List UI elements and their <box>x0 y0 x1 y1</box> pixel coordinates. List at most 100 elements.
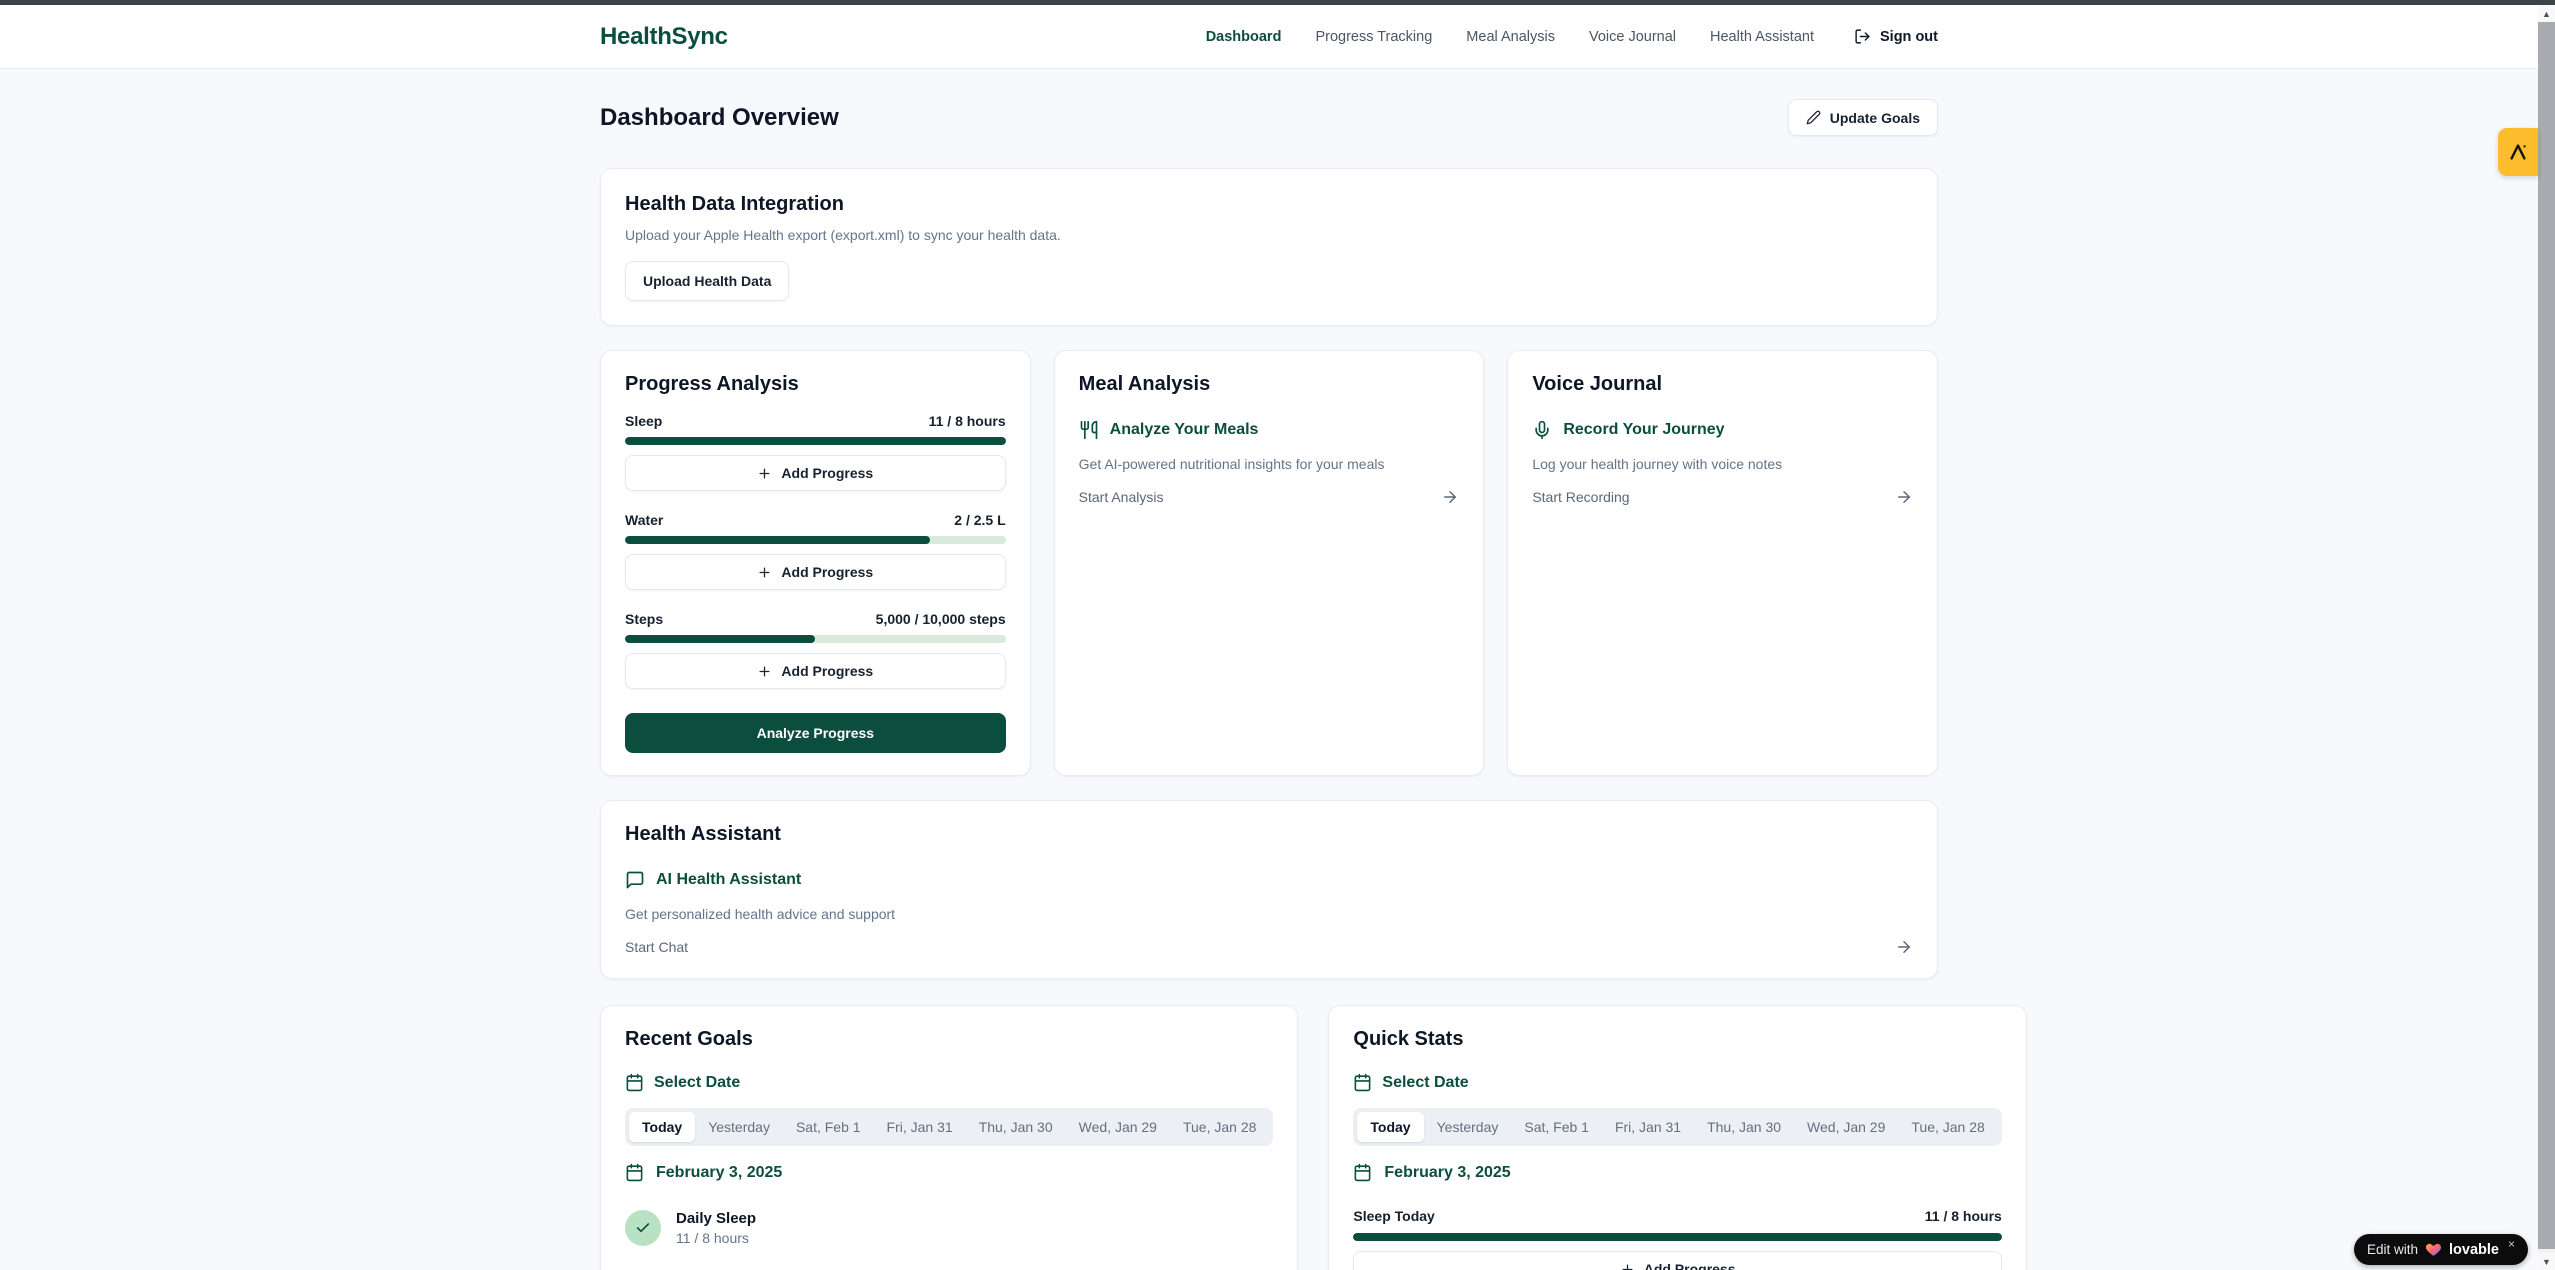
utensils-icon <box>1079 420 1099 440</box>
tab-sat-feb-1[interactable]: Sat, Feb 1 <box>783 1112 874 1142</box>
tab-today[interactable]: Today <box>629 1112 695 1142</box>
main-nav: Dashboard Progress Tracking Meal Analysi… <box>1206 28 1938 45</box>
plus-icon <box>757 565 772 580</box>
tab-thu-jan-30[interactable]: Thu, Jan 30 <box>1694 1112 1794 1142</box>
arrow-right-icon <box>1895 938 1913 956</box>
scrollbar-up-arrow[interactable]: ▲ <box>2538 5 2555 22</box>
health-assistant-card: Health Assistant AI Health Assistant Get… <box>600 800 1938 979</box>
metric-sleep-label: Sleep <box>625 413 662 429</box>
edit-with-lovable-badge[interactable]: Edit with lovable × <box>2354 1234 2528 1265</box>
record-your-journey-link[interactable]: Record Your Journey <box>1532 420 1913 440</box>
app-logo[interactable]: HealthSync <box>600 23 728 51</box>
meal-analysis-description: Get AI-powered nutritional insights for … <box>1079 456 1460 472</box>
metric-water-label: Water <box>625 512 663 528</box>
quick-stats-date-tabs: Today Yesterday Sat, Feb 1 Fri, Jan 31 T… <box>1353 1108 2001 1146</box>
quick-stats-selected-date: February 3, 2025 <box>1353 1163 2001 1182</box>
metric-sleep-value: 11 / 8 hours <box>929 413 1006 429</box>
health-assistant-title: Health Assistant <box>625 823 1913 846</box>
nav-item-voice-journal[interactable]: Voice Journal <box>1589 29 1676 45</box>
upload-health-data-button[interactable]: Upload Health Data <box>625 261 789 301</box>
tab-wed-jan-29[interactable]: Wed, Jan 29 <box>1794 1112 1898 1142</box>
steps-progress-bar <box>625 635 1006 643</box>
goal-value: 11 / 8 hours <box>676 1230 756 1246</box>
recent-goals-select-date[interactable]: Select Date <box>625 1073 1273 1092</box>
progress-analysis-card: Progress Analysis Sleep 11 / 8 hours Add… <box>600 350 1031 776</box>
sign-out-button[interactable]: Sign out <box>1854 28 1938 45</box>
check-icon <box>635 1220 651 1236</box>
health-data-integration-description: Upload your Apple Health export (export.… <box>625 227 1913 243</box>
health-data-integration-card: Health Data Integration Upload your Appl… <box>600 168 1938 326</box>
sleep-today-value: 11 / 8 hours <box>1925 1208 2002 1224</box>
health-assistant-description: Get personalized health advice and suppo… <box>625 906 1913 922</box>
tab-thu-jan-30[interactable]: Thu, Jan 30 <box>966 1112 1066 1142</box>
tab-yesterday[interactable]: Yesterday <box>1424 1112 1512 1142</box>
recent-goals-title: Recent Goals <box>625 1028 1273 1051</box>
nav-item-meal-analysis[interactable]: Meal Analysis <box>1466 29 1555 45</box>
vertical-scrollbar[interactable]: ▲ ▼ <box>2538 5 2555 1270</box>
update-goals-label: Update Goals <box>1830 110 1920 126</box>
sleep-progress-bar <box>625 437 1006 445</box>
tab-tue-jan-28[interactable]: Tue, Jan 28 <box>1170 1112 1269 1142</box>
analyze-progress-button[interactable]: Analyze Progress <box>625 713 1006 753</box>
feature-cards-row: Progress Analysis Sleep 11 / 8 hours Add… <box>600 350 1938 776</box>
ai-health-assistant-link[interactable]: AI Health Assistant <box>625 870 1913 890</box>
bottom-cards-row: Recent Goals Select Date Today Yesterday… <box>600 1005 1938 1270</box>
sleep-today-label: Sleep Today <box>1353 1208 1434 1224</box>
quick-stats-select-date[interactable]: Select Date <box>1353 1073 2001 1092</box>
add-sleep-progress-button[interactable]: Add Progress <box>625 455 1006 491</box>
metric-steps: Steps 5,000 / 10,000 steps Add Progress <box>625 611 1006 689</box>
quick-stats-add-progress-button[interactable]: Add Progress <box>1353 1251 2001 1270</box>
app-header: HealthSync Dashboard Progress Tracking M… <box>0 5 2538 69</box>
arrow-right-icon <box>1895 488 1913 506</box>
recent-goals-date-tabs: Today Yesterday Sat, Feb 1 Fri, Jan 31 T… <box>625 1108 1273 1146</box>
window-top-strip <box>0 0 2555 5</box>
tab-today[interactable]: Today <box>1357 1112 1423 1142</box>
tab-tue-jan-28[interactable]: Tue, Jan 28 <box>1898 1112 1997 1142</box>
metric-steps-value: 5,000 / 10,000 steps <box>876 611 1006 627</box>
sleep-today-progress-bar <box>1353 1233 2001 1241</box>
page-title: Dashboard Overview <box>600 104 839 132</box>
calendar-icon <box>1353 1073 1372 1092</box>
scrollbar-thumb[interactable] <box>2538 22 2555 1249</box>
lovable-logo-icon <box>2507 141 2529 163</box>
tab-sat-feb-1[interactable]: Sat, Feb 1 <box>1511 1112 1602 1142</box>
update-goals-button[interactable]: Update Goals <box>1788 99 1938 136</box>
start-chat-action[interactable]: Start Chat <box>625 938 1913 956</box>
scrollbar-down-arrow[interactable]: ▼ <box>2538 1253 2555 1270</box>
metric-steps-label: Steps <box>625 611 663 627</box>
page-viewport: HealthSync Dashboard Progress Tracking M… <box>0 5 2538 1270</box>
meal-analysis-card: Meal Analysis Analyze Your Meals Get AI-… <box>1054 350 1485 776</box>
plus-icon <box>757 664 772 679</box>
metric-water: Water 2 / 2.5 L Add Progress <box>625 512 1006 590</box>
nav-item-health-assistant[interactable]: Health Assistant <box>1710 29 1814 45</box>
lovable-side-tab[interactable] <box>2498 128 2538 176</box>
pencil-icon <box>1806 110 1821 125</box>
tab-wed-jan-29[interactable]: Wed, Jan 29 <box>1066 1112 1170 1142</box>
close-icon[interactable]: × <box>2508 1237 2515 1251</box>
water-progress-bar <box>625 536 1006 544</box>
tab-yesterday[interactable]: Yesterday <box>695 1112 783 1142</box>
message-square-icon <box>625 870 645 890</box>
calendar-icon <box>625 1163 644 1182</box>
calendar-icon <box>1353 1163 1372 1182</box>
nav-item-dashboard[interactable]: Dashboard <box>1206 29 1282 45</box>
analyze-your-meals-link[interactable]: Analyze Your Meals <box>1079 420 1460 440</box>
mic-icon <box>1532 420 1552 440</box>
add-steps-progress-button[interactable]: Add Progress <box>625 653 1006 689</box>
heart-icon <box>2425 1241 2442 1258</box>
meal-analysis-title: Meal Analysis <box>1079 373 1460 396</box>
voice-journal-description: Log your health journey with voice notes <box>1532 456 1913 472</box>
edit-badge-prefix: Edit with <box>2367 1242 2418 1257</box>
add-water-progress-button[interactable]: Add Progress <box>625 554 1006 590</box>
tab-fri-jan-31[interactable]: Fri, Jan 31 <box>874 1112 966 1142</box>
sign-out-label: Sign out <box>1880 29 1938 45</box>
calendar-icon <box>625 1073 644 1092</box>
progress-analysis-title: Progress Analysis <box>625 373 1006 396</box>
plus-icon <box>757 466 772 481</box>
nav-item-progress-tracking[interactable]: Progress Tracking <box>1315 29 1432 45</box>
start-recording-action[interactable]: Start Recording <box>1532 488 1913 506</box>
tab-fri-jan-31[interactable]: Fri, Jan 31 <box>1602 1112 1694 1142</box>
start-analysis-action[interactable]: Start Analysis <box>1079 488 1460 506</box>
recent-goals-card: Recent Goals Select Date Today Yesterday… <box>600 1005 1298 1270</box>
recent-goals-selected-date: February 3, 2025 <box>625 1163 1273 1182</box>
